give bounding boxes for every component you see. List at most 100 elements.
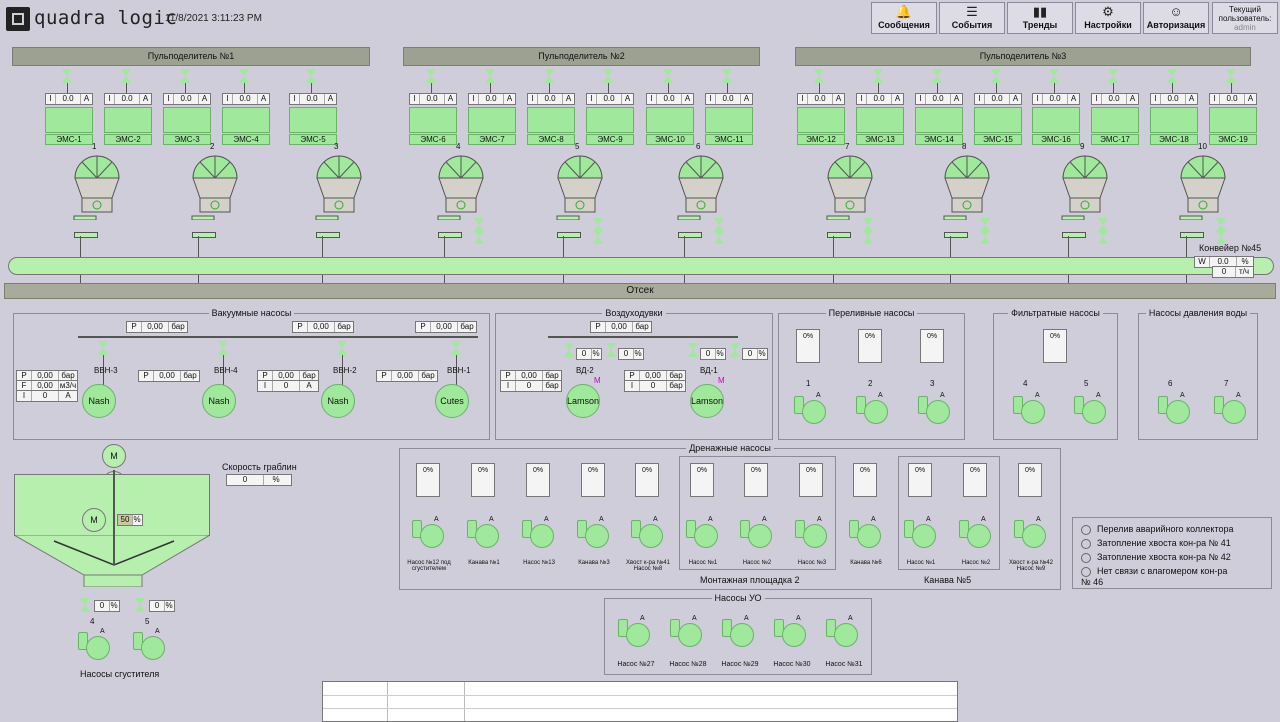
feed-valve-icon[interactable] — [485, 69, 495, 83]
thickener-valve-icon[interactable] — [135, 598, 145, 612]
thickener-valve-pos: 0% — [149, 600, 175, 612]
ems-unit[interactable]: I 0.0 A ЭМС-1 — [45, 93, 93, 145]
water-pump-icon[interactable]: A — [1158, 392, 1192, 424]
filtrate-pump-icon[interactable]: A — [1074, 392, 1108, 424]
messages-button[interactable]: 🔔 Сообщения — [871, 2, 937, 34]
thickener-pumps-title: Насосы сгустителя — [80, 669, 160, 679]
overflow-pump-icon[interactable]: A — [856, 392, 890, 424]
overflow-pump-icon[interactable]: A — [794, 392, 828, 424]
water-valve-icon[interactable] — [714, 230, 724, 244]
ems-unit[interactable]: I 0.0 A ЭМС-6 — [409, 93, 457, 145]
feed-valve-icon[interactable] — [1108, 69, 1118, 83]
vacuum-valve-icon[interactable] — [451, 341, 461, 355]
blower[interactable]: Lamson — [690, 384, 724, 418]
blower-valve-icon[interactable] — [730, 343, 740, 357]
blower-valve-icon[interactable] — [606, 343, 616, 357]
water-valve-icon[interactable] — [593, 230, 603, 244]
ems-unit[interactable]: I 0.0 A ЭМС-4 — [222, 93, 270, 145]
feed-valve-icon[interactable] — [1049, 69, 1059, 83]
rake-motor-3[interactable]: M — [82, 508, 106, 532]
ems-unit[interactable]: I 0.0 A ЭМС-11 — [705, 93, 753, 145]
feed-valve-icon[interactable] — [932, 69, 942, 83]
trends-button[interactable]: ▮▮ Тренды — [1007, 2, 1073, 34]
feed-valve-icon[interactable] — [306, 69, 316, 83]
vacuum-pump[interactable]: Cutes — [435, 384, 469, 418]
water-valve-icon[interactable] — [1098, 230, 1108, 244]
drain-pump-icon[interactable]: A — [849, 516, 883, 548]
vacuum-valve-icon[interactable] — [98, 341, 108, 355]
feed-valve-icon[interactable] — [663, 69, 673, 83]
drain-pump-icon[interactable]: A — [467, 516, 501, 548]
feed-valve-icon[interactable] — [873, 69, 883, 83]
value-box: P 0,00 бар — [376, 370, 438, 382]
drain-pump-icon[interactable]: A — [522, 516, 556, 548]
water-valve-icon[interactable] — [980, 230, 990, 244]
settings-button[interactable]: ⚙ Настройки — [1075, 2, 1141, 34]
level-card: 0% — [744, 463, 768, 497]
uo-pump-icon[interactable]: A — [826, 615, 860, 647]
thickener-valve-icon[interactable] — [80, 598, 90, 612]
vacuum-pump[interactable]: Nash — [321, 384, 355, 418]
feed-valve-icon[interactable] — [603, 69, 613, 83]
blower[interactable]: Lamson — [566, 384, 600, 418]
water-valve-icon[interactable] — [863, 230, 873, 244]
vacuum-p2: P 0,00 бар — [292, 321, 354, 333]
thickener-pump-icon[interactable]: A — [78, 628, 112, 660]
uo-pump-icon[interactable]: A — [774, 615, 808, 647]
drain-pump-icon[interactable]: A — [412, 516, 446, 548]
uo-pump-icon[interactable]: A — [618, 615, 652, 647]
feed-valve-icon[interactable] — [426, 69, 436, 83]
ems-unit[interactable]: I 0.0 A ЭМС-14 — [915, 93, 963, 145]
thickener-pump-icon[interactable]: A — [133, 628, 167, 660]
feed-valve-icon[interactable] — [239, 69, 249, 83]
drain-pump-icon[interactable]: A — [577, 516, 611, 548]
ems-unit[interactable]: I 0.0 A ЭМС-19 — [1209, 93, 1257, 145]
water-pump-icon[interactable]: A — [1214, 392, 1248, 424]
drain-pump-icon[interactable]: A — [740, 516, 774, 548]
uo-pump-icon[interactable]: A — [670, 615, 704, 647]
ems-unit[interactable]: I 0.0 A ЭМС-2 — [104, 93, 152, 145]
ems-unit[interactable]: I 0.0 A ЭМС-7 — [468, 93, 516, 145]
overflow-pump-icon[interactable]: A — [918, 392, 952, 424]
events-table[interactable] — [322, 681, 958, 722]
feed-valve-icon[interactable] — [991, 69, 1001, 83]
ems-unit[interactable]: I 0.0 A ЭМС-12 — [797, 93, 845, 145]
vacuum-pump[interactable]: Nash — [202, 384, 236, 418]
ems-unit[interactable]: I 0.0 A ЭМС-17 — [1091, 93, 1139, 145]
ems-unit[interactable]: I 0.0 A ЭМС-8 — [527, 93, 575, 145]
ems-unit[interactable]: I 0.0 A ЭМС-10 — [646, 93, 694, 145]
water-valve-icon[interactable] — [474, 230, 484, 244]
feed-valve-icon[interactable] — [1167, 69, 1177, 83]
blower-valve-icon[interactable] — [564, 343, 574, 357]
rake-motor-1[interactable]: M — [102, 444, 126, 468]
ems-unit[interactable]: I 0.0 A ЭМС-18 — [1150, 93, 1198, 145]
uo-pump-icon[interactable]: A — [722, 615, 756, 647]
drain-pump-icon[interactable]: A — [795, 516, 829, 548]
feed-valve-icon[interactable] — [180, 69, 190, 83]
authorization-button[interactable]: ☺ Авторизация — [1143, 2, 1209, 34]
drain-pump-icon[interactable]: A — [959, 516, 993, 548]
vacuum-valve-icon[interactable] — [218, 341, 228, 355]
drain-pump-icon[interactable]: A — [686, 516, 720, 548]
drain-pump-icon[interactable]: A — [904, 516, 938, 548]
drain-pump-icon[interactable]: A — [631, 516, 665, 548]
feed-valve-icon[interactable] — [62, 69, 72, 83]
ems-unit[interactable]: I 0.0 A ЭМС-13 — [856, 93, 904, 145]
feed-valve-icon[interactable] — [814, 69, 824, 83]
feed-valve-icon[interactable] — [121, 69, 131, 83]
vacuum-valve-icon[interactable] — [337, 341, 347, 355]
ems-unit[interactable]: I 0.0 A ЭМС-5 — [289, 93, 337, 145]
drain-pump-icon[interactable]: A — [1014, 516, 1048, 548]
feed-valve-icon[interactable] — [722, 69, 732, 83]
vacuum-pump[interactable]: Nash — [82, 384, 116, 418]
ems-unit[interactable]: I 0.0 A ЭМС-15 — [974, 93, 1022, 145]
water-valve-icon[interactable] — [1216, 230, 1226, 244]
blower-valve-icon[interactable] — [688, 343, 698, 357]
ems-unit[interactable]: I 0.0 A ЭМС-9 — [586, 93, 634, 145]
filtrate-pump-icon[interactable]: A — [1013, 392, 1047, 424]
feed-valve-icon[interactable] — [544, 69, 554, 83]
ems-unit[interactable]: I 0.0 A ЭМС-3 — [163, 93, 211, 145]
feed-valve-icon[interactable] — [1226, 69, 1236, 83]
ems-unit[interactable]: I 0.0 A ЭМС-16 — [1032, 93, 1080, 145]
events-button[interactable]: ☰ События — [939, 2, 1005, 34]
